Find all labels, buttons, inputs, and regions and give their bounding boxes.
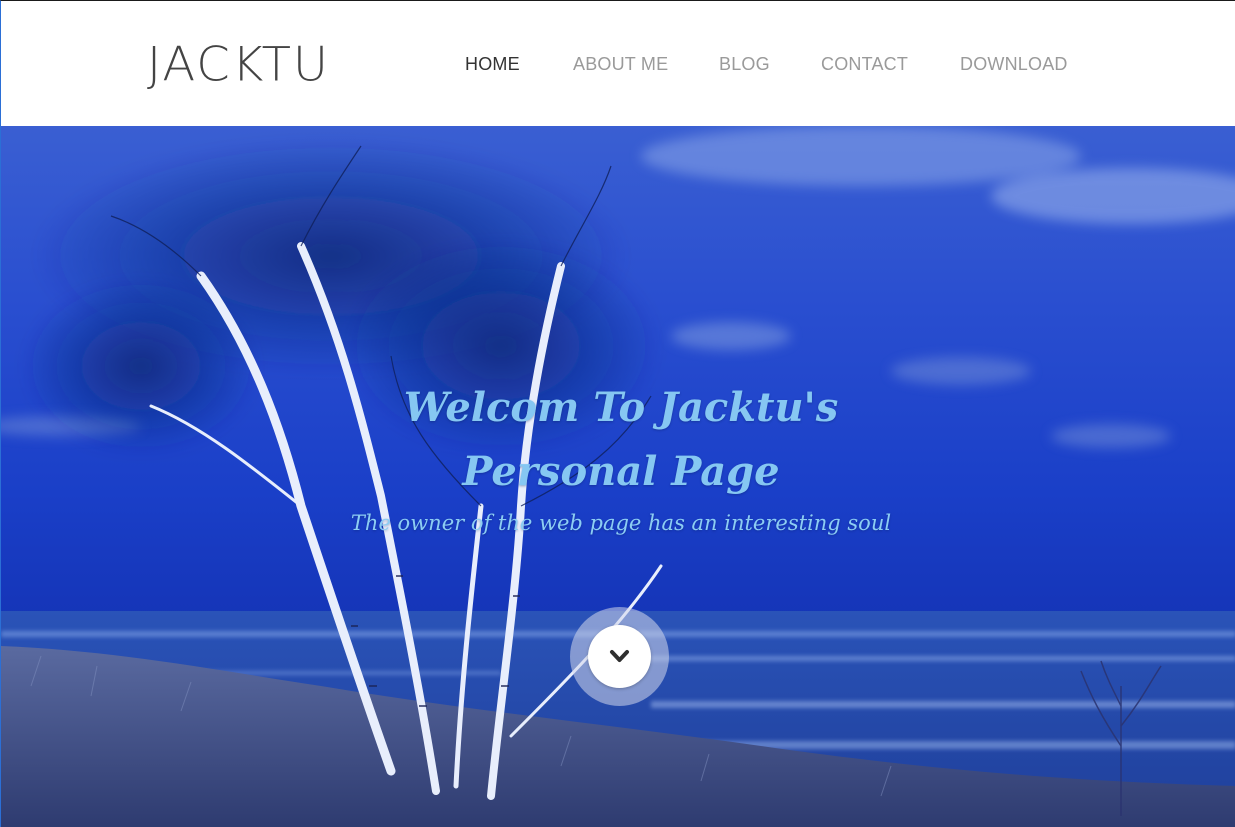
nav-item-download[interactable]: DOWNLOAD [960,54,1068,75]
logo-text: JACKTU [147,37,331,93]
nav-item-contact[interactable]: CONTACT [821,54,908,75]
site-header: JACKTU HOME ABOUT ME BLOG CONTACT DOWNLO… [1,1,1235,126]
page-frame: JACKTU HOME ABOUT ME BLOG CONTACT DOWNLO… [0,0,1235,827]
site-logo[interactable]: JACKTU [147,40,330,91]
hero-title: Welcom To Jacktu's Personal Page [361,376,881,504]
scroll-down-button-inner[interactable] [588,625,651,688]
hero-title-line-2: Personal Page [462,448,780,495]
scroll-down-button[interactable] [570,607,669,706]
nav-item-about-me[interactable]: ABOUT ME [573,54,668,75]
chevron-down-icon [610,650,629,662]
nav-item-blog[interactable]: BLOG [719,54,770,75]
hero-banner: Welcom To Jacktu's Personal Page The own… [1,126,1235,827]
hero-title-line-1: Welcom To Jacktu's [403,384,839,431]
nav-item-home[interactable]: HOME [465,54,520,75]
hero-subtitle: The owner of the web page has an interes… [350,511,892,535]
